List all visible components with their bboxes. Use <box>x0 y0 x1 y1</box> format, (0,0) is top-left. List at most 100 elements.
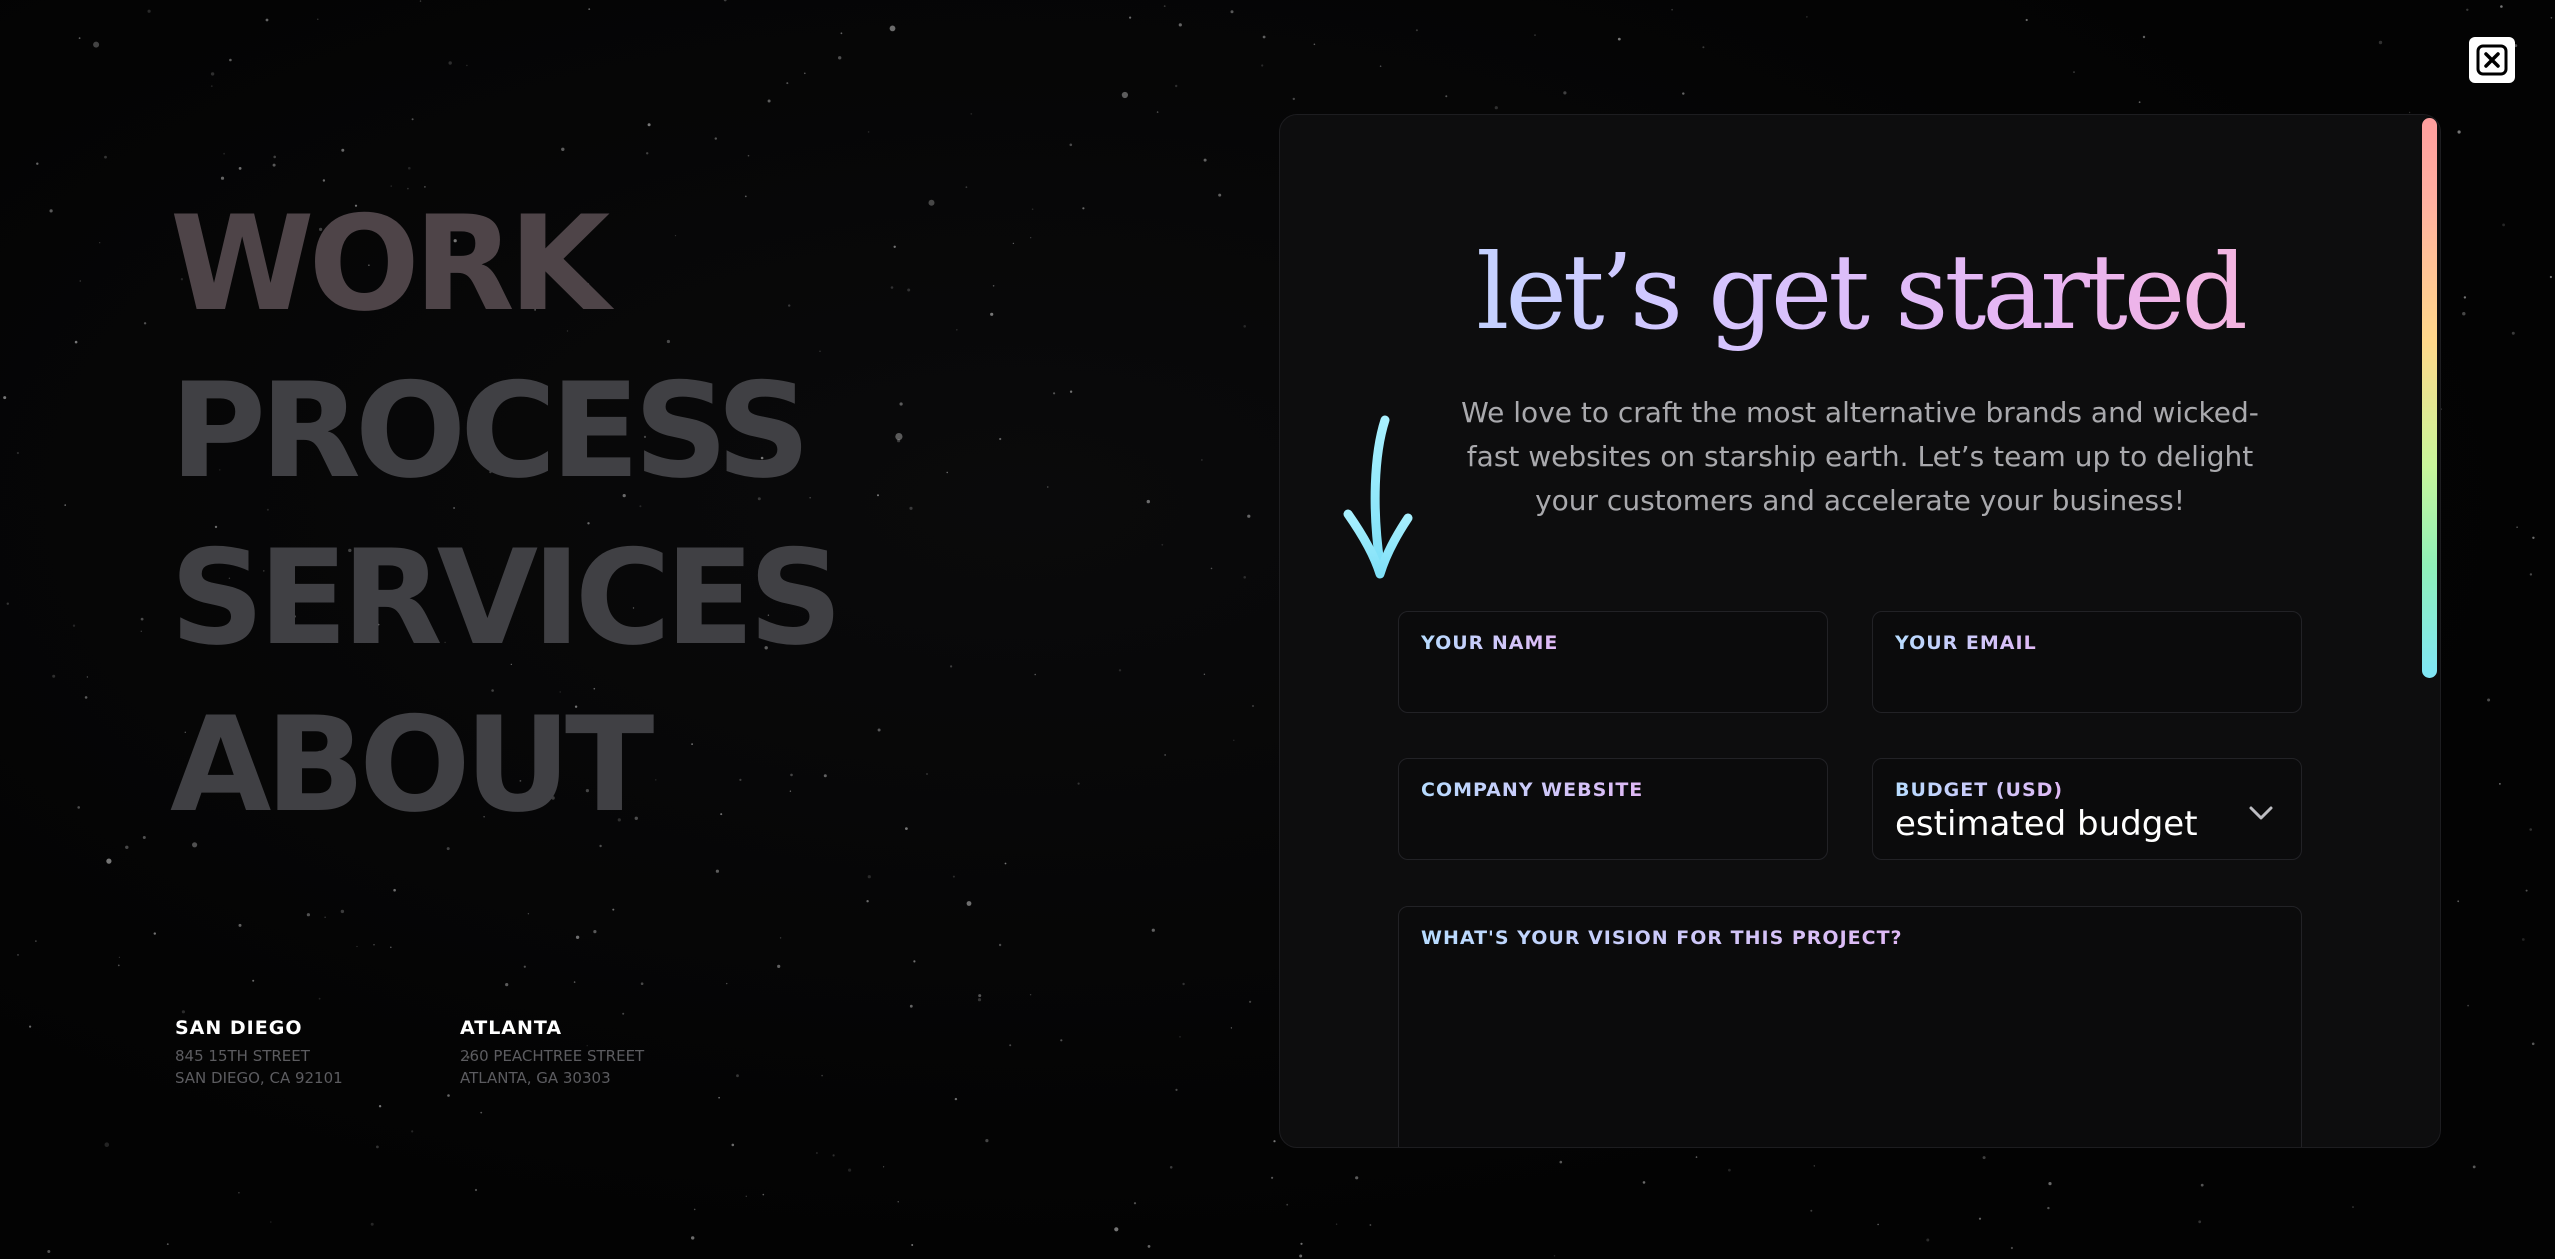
star <box>340 909 345 914</box>
star <box>946 471 948 474</box>
star <box>593 930 597 934</box>
modal-scrollbar[interactable] <box>2422 118 2437 678</box>
star <box>2198 1220 2202 1224</box>
star <box>718 1096 720 1099</box>
star <box>1118 669 1122 672</box>
star <box>166 1243 169 1245</box>
star <box>816 1152 818 1154</box>
star <box>1069 390 1073 393</box>
name-label: YOUR NAME <box>1421 632 1559 654</box>
star <box>970 113 973 115</box>
star <box>153 932 156 935</box>
star <box>950 665 953 668</box>
star <box>1563 91 1567 95</box>
nav-item-about[interactable]: ABOUT <box>170 681 837 848</box>
star <box>370 1222 374 1226</box>
star <box>143 322 147 325</box>
star <box>1355 1176 1359 1180</box>
star <box>1271 1176 1274 1179</box>
star <box>104 155 107 159</box>
star <box>6 602 9 605</box>
website-input[interactable] <box>1421 817 1805 849</box>
star <box>2073 71 2075 73</box>
star <box>2378 40 2383 45</box>
star <box>324 916 326 918</box>
star <box>140 617 144 621</box>
star <box>1534 34 1536 36</box>
email-field[interactable]: YOUR EMAIL <box>1872 611 2302 713</box>
star <box>928 199 935 206</box>
star <box>419 0 422 2</box>
star <box>1182 982 1185 986</box>
star <box>29 1025 32 1028</box>
star <box>252 979 255 982</box>
star <box>36 162 39 165</box>
star <box>270 1221 272 1223</box>
star <box>390 946 392 949</box>
email-input[interactable] <box>1895 670 2279 702</box>
star <box>118 956 120 958</box>
star <box>1218 193 1222 197</box>
star <box>985 1139 989 1143</box>
star <box>877 494 879 497</box>
page: WORK PROCESS SERVICES ABOUT SAN DIEGO 84… <box>0 0 2555 1259</box>
star <box>1702 46 1705 49</box>
star <box>106 858 112 864</box>
star <box>588 8 591 11</box>
star <box>726 982 728 985</box>
star <box>1230 10 1234 14</box>
name-field[interactable]: YOUR NAME <box>1398 611 1828 713</box>
star <box>1252 705 1254 707</box>
star <box>317 18 319 20</box>
star <box>1175 84 1178 88</box>
star <box>99 242 101 244</box>
star <box>64 504 66 506</box>
star <box>466 64 468 67</box>
star <box>978 994 982 998</box>
star <box>1161 543 1164 546</box>
star <box>909 1004 913 1008</box>
vision-textarea[interactable] <box>1421 957 2279 1147</box>
star <box>1415 29 1418 32</box>
star <box>786 82 789 85</box>
star <box>2472 1165 2476 1169</box>
star <box>2352 1206 2354 1208</box>
star <box>647 123 651 127</box>
star <box>954 1097 958 1101</box>
arrow-down-icon <box>1343 415 1413 579</box>
star <box>117 964 120 967</box>
star <box>49 209 53 213</box>
website-field[interactable]: COMPANY WEBSITE <box>1398 758 1828 860</box>
name-input[interactable] <box>1421 670 1805 702</box>
budget-select[interactable]: BUDGET (USD) estimated budget <box>1872 758 2302 860</box>
star <box>223 152 226 155</box>
star <box>575 935 580 939</box>
star <box>990 312 994 316</box>
star <box>1559 1160 1563 1164</box>
star <box>1682 92 1685 95</box>
star <box>2532 536 2535 539</box>
star <box>561 147 565 151</box>
star <box>622 1012 625 1015</box>
star <box>448 61 452 65</box>
vision-label: WHAT'S YOUR VISION FOR THIS PROJECT? <box>1421 927 1903 949</box>
star <box>1012 242 1015 245</box>
nav-item-process[interactable]: PROCESS <box>170 347 837 514</box>
star <box>2457 900 2460 903</box>
star <box>1379 65 1382 67</box>
star <box>1077 782 1080 785</box>
star <box>867 875 871 879</box>
star <box>1671 8 1673 11</box>
star <box>573 981 576 983</box>
star <box>838 56 842 60</box>
star <box>378 1105 382 1108</box>
star <box>1210 567 1213 570</box>
star <box>762 1193 765 1196</box>
star <box>47 1250 51 1253</box>
nav-item-services[interactable]: SERVICES <box>170 514 843 681</box>
vision-field[interactable]: WHAT'S YOUR VISION FOR THIS PROJECT? <box>1398 906 2302 1147</box>
close-button[interactable] <box>2469 37 2515 83</box>
nav-item-work[interactable]: WORK <box>170 180 837 347</box>
star <box>999 437 1002 441</box>
star <box>1030 237 1032 239</box>
